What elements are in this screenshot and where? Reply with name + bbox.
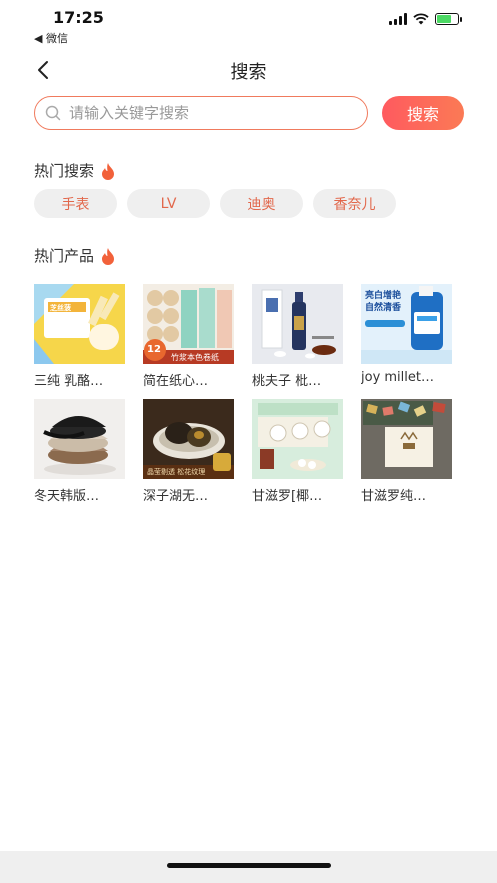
product-overlay-text: 芝丝菠 [50,304,71,312]
search-button[interactable]: 搜索 [382,96,464,130]
product-image: 芝丝菠 [34,284,125,364]
product-name: 三纯 乳酪… [34,374,104,389]
product-card[interactable]: 桃夫子 枇… [252,284,343,389]
hot-search-header: 热门搜索 [34,160,116,181]
product-overlay-text: 自然清香 [365,303,402,313]
hot-search-tag[interactable]: 手表 [34,189,117,218]
product-image: 12 竹浆本色卷纸 [143,284,234,364]
product-overlay-text: 亮白增艳 [365,291,402,301]
product-name: 桃夫子 枇… [252,374,322,389]
product-card[interactable]: 甘滋罗纯… [361,399,452,504]
hot-products-title: 热门产品 [34,247,95,265]
hot-search-tag[interactable]: 香奈儿 [313,189,396,218]
product-image: 亮白增艳 自然清香 [361,284,452,364]
wifi-icon [413,13,429,25]
home-indicator[interactable] [167,863,331,868]
status-icons [389,13,462,25]
back-to-app-link[interactable]: ◀ 微信 [34,30,68,46]
product-overlay-text: 12 [147,344,161,355]
hot-search-tag[interactable]: 迪奥 [220,189,303,218]
product-name: 甘滋罗纯… [361,489,427,504]
page-title: 搜索 [230,62,267,83]
flame-icon [102,247,115,265]
product-overlay-text: 竹浆本色卷纸 [171,353,219,362]
product-image [361,399,452,479]
status-bar: 17:25 ◀ 微信 [0,0,497,48]
product-name: 简在纸心… [143,374,209,389]
product-name: 甘滋罗[椰… [252,489,323,504]
hot-search-tag[interactable]: LV [127,189,210,218]
product-card[interactable]: 冬天韩版… [34,399,125,504]
nav-bar: 搜索 [0,52,497,88]
product-image [252,399,343,479]
product-name: joy millet… [361,370,434,385]
search-input[interactable] [69,104,349,122]
product-image [252,284,343,364]
product-card[interactable]: 甘滋罗[椰… [252,399,343,504]
product-card[interactable]: 亮白增艳 自然清香 joy millet… [361,284,452,389]
product-name: 深子湖无… [143,489,209,504]
signal-icon [389,13,407,25]
flame-icon [102,162,115,180]
hot-products-header: 热门产品 [34,245,116,266]
product-card[interactable]: 晶莹剔透 松花纹理 深子湖无… [143,399,234,504]
status-time: 17:25 [53,8,104,27]
hot-search-tags: 手表 LV 迪奥 香奈儿 [34,189,396,218]
search-icon [45,105,61,121]
search-row: 搜索 [34,96,464,130]
hot-search-title: 热门搜索 [34,162,95,180]
product-card[interactable]: 芝丝菠 三纯 乳酪… [34,284,125,389]
product-image [34,399,125,479]
product-name: 冬天韩版… [34,489,100,504]
bottom-bar [0,851,497,883]
product-overlay-text: 晶莹剔透 松花纹理 [147,468,206,476]
product-card[interactable]: 12 竹浆本色卷纸 简在纸心… [143,284,234,389]
product-grid: 芝丝菠 三纯 乳酪… 12 竹浆本色卷纸 简在纸心… 桃夫子 枇… 亮白增艳 自… [34,284,452,504]
battery-icon [435,13,462,25]
product-image: 晶莹剔透 松花纹理 [143,399,234,479]
search-box[interactable] [34,96,368,130]
